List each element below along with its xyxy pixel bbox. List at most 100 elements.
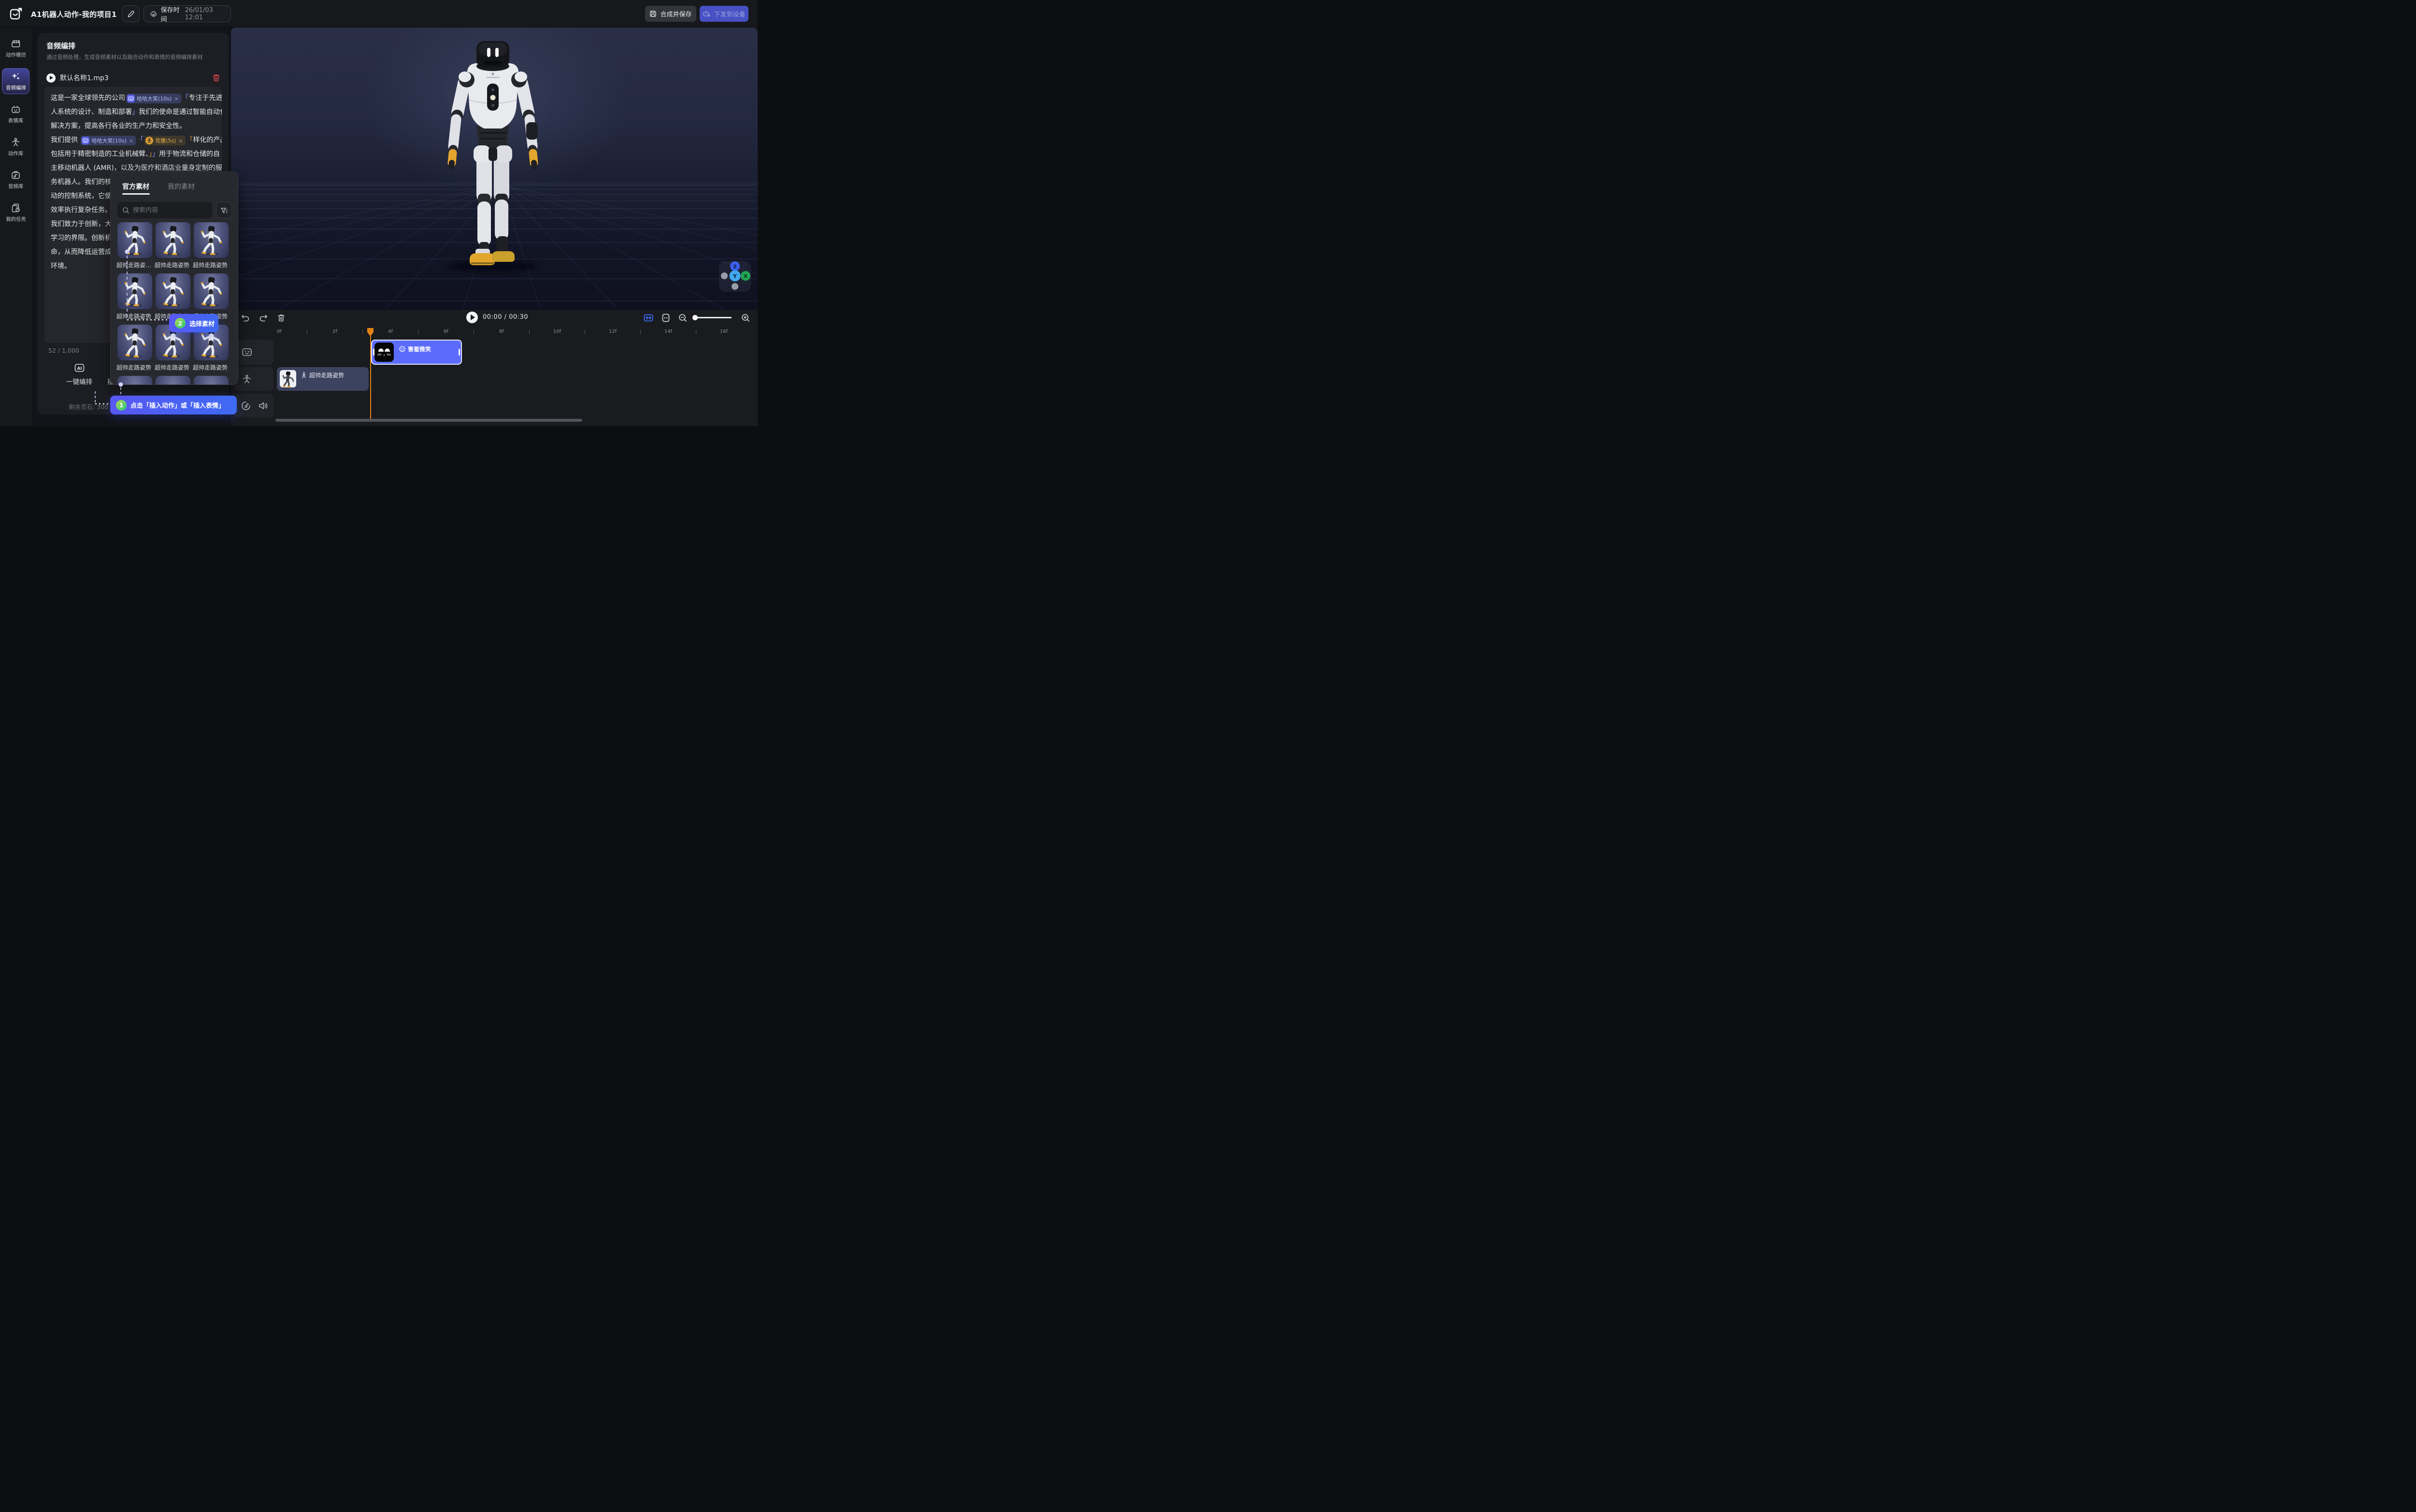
- tag-label: 哈哈大笑(10s): [137, 92, 172, 106]
- material-card-partial[interactable]: [194, 376, 229, 385]
- ruler-frame-label: 8f: [499, 329, 504, 334]
- timeline-ruler[interactable]: 0f2f4f6f8f10f12f14f16f: [231, 327, 758, 339]
- material-card-label: 超帅走路姿势: [155, 363, 191, 371]
- tutorial-step-2-tooltip[interactable]: 2 选择素材: [169, 314, 218, 332]
- audio-track-header[interactable]: [234, 394, 273, 417]
- one-click-arrange-button[interactable]: AI 一键编排: [61, 362, 98, 386]
- script-line: 人系统的设计、制造和部署」我们的使命是通过智能自动化: [51, 105, 216, 119]
- material-card[interactable]: [194, 273, 229, 309]
- save-icon: [649, 10, 657, 17]
- clapperboard-icon: [11, 39, 21, 49]
- save-time-value: 26/01/03 12:01: [185, 7, 225, 21]
- fit-timeline-icon[interactable]: [644, 313, 653, 323]
- robot-torso: [459, 63, 527, 128]
- synthesize-save-label: 合成并保存: [660, 9, 691, 18]
- audio-play-button[interactable]: [46, 73, 56, 83]
- material-card[interactable]: [156, 273, 190, 309]
- redo-icon[interactable]: [259, 313, 268, 323]
- save-time-label: 保存时间: [161, 5, 182, 23]
- action-track-header[interactable]: [234, 367, 273, 391]
- timeline-zoom-slider[interactable]: [693, 317, 732, 318]
- undo-icon[interactable]: [241, 313, 250, 323]
- step-1-text: 点击「插入动作」或「插入表情」: [130, 400, 225, 410]
- script-line: 这是一家全球领先的公司哈哈大笑(10s)×「专注于先进机器: [51, 91, 216, 105]
- timeline-horizontal-scrollbar[interactable]: [275, 419, 582, 422]
- play-button[interactable]: [466, 312, 478, 323]
- material-card-partial[interactable]: [117, 376, 152, 385]
- tutorial-step-1-tooltip[interactable]: 1 点击「插入动作」或「插入表情」: [110, 396, 237, 414]
- sidebar-item-audio-arrange[interactable]: 音频编排: [2, 68, 29, 94]
- script-line: 我们提供 哈哈大笑(10s)×「弯腰(5s)×「样化的产品组合，: [51, 133, 216, 147]
- zoom-in-icon[interactable]: [741, 313, 750, 323]
- delete-clip-icon[interactable]: [276, 313, 286, 323]
- audio-speed-icon[interactable]: [241, 400, 251, 411]
- action-clip[interactable]: 超帅走路姿势: [277, 367, 369, 391]
- material-card-label: 超帅走路姿势: [116, 312, 153, 320]
- expression-bracket: 「: [182, 94, 189, 102]
- step-2-text: 选择素材: [189, 319, 215, 328]
- clip-right-handle[interactable]: [459, 349, 460, 356]
- sidebar-item-my-tasks[interactable]: 我的任务: [2, 200, 29, 226]
- action-bracket: 」: [149, 150, 152, 158]
- volume-icon[interactable]: [258, 400, 269, 411]
- material-card[interactable]: [117, 222, 152, 258]
- expression-clip-thumbnail: [374, 342, 394, 362]
- char-count: 52 / 1,000: [48, 347, 79, 354]
- rename-project-button[interactable]: [122, 5, 140, 22]
- axis-gizmo[interactable]: Z X Y: [719, 261, 751, 292]
- sidebar-item-motion-mimic[interactable]: 动作模仿: [2, 35, 29, 61]
- action-tag-icon: [145, 137, 153, 144]
- timeline-zoom-slider-thumb[interactable]: [692, 315, 698, 320]
- humanoid-robot[interactable]: [420, 41, 565, 278]
- material-search[interactable]: [117, 202, 212, 218]
- action-track-icon: [242, 374, 252, 385]
- tab-my-materials[interactable]: 我的素材: [168, 182, 195, 191]
- ruler-frame-label: 14f: [664, 329, 672, 334]
- clip-view-icon[interactable]: [661, 313, 671, 323]
- tag-close-icon[interactable]: ×: [174, 92, 178, 106]
- expression-track-header[interactable]: [234, 340, 273, 365]
- svg-text:Y: Y: [733, 273, 737, 280]
- ai-icon: AI: [74, 362, 85, 373]
- sidebar-item-action-library[interactable]: 动作库: [2, 134, 29, 160]
- app-logo-icon[interactable]: [10, 7, 23, 20]
- material-card-label: 超帅走路姿势...: [116, 261, 153, 269]
- playhead-line: [370, 330, 371, 419]
- ruler-tick: [640, 329, 641, 334]
- synthesize-save-button[interactable]: 合成并保存: [645, 6, 696, 22]
- filter-button[interactable]: [216, 202, 232, 218]
- material-search-input[interactable]: [133, 207, 207, 214]
- material-card[interactable]: [117, 273, 152, 309]
- delete-audio-icon[interactable]: [212, 73, 220, 82]
- panel-description: 通过音频处理，生成音频素材以及融合动作和表情的音频编排素材: [46, 53, 216, 61]
- expression-bracket: 「: [137, 136, 144, 144]
- tag-close-icon[interactable]: ×: [178, 134, 183, 148]
- timeline-panel: 00:00 / 00:30 0f2f4f6f8f10f12f14f16f: [231, 309, 758, 426]
- save-time-chip[interactable]: 保存时间 26/01/03 12:01: [144, 5, 231, 22]
- ruler-frame-label: 12f: [609, 329, 617, 334]
- tab-official-materials[interactable]: 官方素材: [122, 182, 149, 191]
- material-card[interactable]: [156, 222, 190, 258]
- expression-tag[interactable]: 哈哈大笑(10s)×: [126, 94, 181, 103]
- deploy-to-device-label: 下发到设备: [714, 9, 745, 18]
- sidebar-item-expression-library[interactable]: 表情库: [2, 101, 29, 127]
- material-card[interactable]: [117, 325, 152, 360]
- left-nav-sidebar: 动作模仿 音频编排 表情库 动作库: [0, 28, 31, 426]
- ruler-tick: [529, 329, 530, 334]
- zoom-out-icon[interactable]: [678, 313, 688, 323]
- person-icon: [11, 137, 21, 147]
- action-clip-thumbnail: [280, 370, 296, 387]
- expression-clip[interactable]: 害羞微笑: [371, 340, 462, 365]
- material-card[interactable]: [194, 222, 229, 258]
- material-card-label: 超帅走路姿势: [193, 363, 230, 371]
- deploy-to-device-button[interactable]: 下发到设备: [700, 6, 748, 22]
- 3d-viewport[interactable]: Z X Y: [231, 28, 758, 309]
- sidebar-item-audio-library[interactable]: 音频库: [2, 167, 29, 193]
- material-card-partial[interactable]: [156, 376, 190, 385]
- action-tag[interactable]: 弯腰(5s)×: [144, 136, 186, 145]
- expression-clip-label: 害羞微笑: [408, 345, 431, 353]
- expression-tag[interactable]: 哈哈大笑(10s)×: [81, 136, 136, 145]
- robot-head: [476, 41, 509, 71]
- step-1-badge: 1: [116, 400, 127, 411]
- tag-close-icon[interactable]: ×: [129, 134, 133, 148]
